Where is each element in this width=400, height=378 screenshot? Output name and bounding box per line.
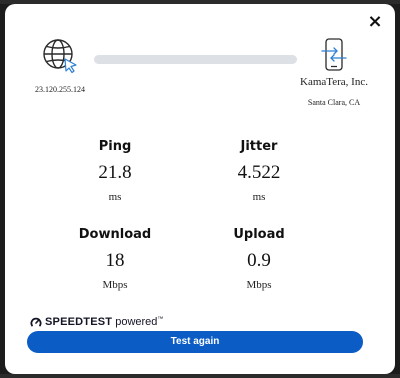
metric-ping: Ping 21.8 ms bbox=[55, 138, 175, 204]
trademark-mark: ™ bbox=[157, 316, 164, 323]
metric-label: Download bbox=[78, 227, 152, 242]
server-location: Santa Clara, CA bbox=[307, 98, 361, 107]
progress-bar bbox=[94, 55, 297, 64]
client-ip: 23.120.255.124 bbox=[35, 85, 85, 94]
globe-cursor-icon bbox=[43, 39, 77, 74]
server-info: KamaTera, Inc. Santa Clara, CA bbox=[290, 38, 378, 107]
metric-upload: Upload 0.9 Mbps bbox=[199, 226, 319, 292]
brand-powered-text: powered bbox=[115, 316, 158, 328]
speedtest-dialog: × 23.120.255.124 KamaTera, Inc. Santa Cl… bbox=[5, 4, 395, 374]
metric-label: Upload bbox=[233, 227, 285, 242]
speedtest-gauge-icon bbox=[30, 316, 42, 328]
metric-value: 21.8 bbox=[98, 162, 132, 183]
close-button[interactable]: × bbox=[365, 12, 385, 32]
metric-label: Jitter bbox=[240, 139, 278, 154]
speedtest-branding: SPEEDTEST powered™ bbox=[30, 315, 163, 329]
phone-transfer-icon bbox=[321, 38, 347, 71]
metric-jitter: Jitter 4.522 ms bbox=[199, 138, 319, 204]
brand-powered: powered™ bbox=[115, 316, 163, 328]
metric-unit: ms bbox=[252, 191, 266, 203]
metric-download: Download 18 Mbps bbox=[55, 226, 175, 292]
metric-label: Ping bbox=[98, 139, 132, 154]
client-info: 23.120.255.124 bbox=[27, 37, 93, 94]
server-name: KamaTera, Inc. bbox=[300, 76, 368, 88]
metric-unit: ms bbox=[108, 191, 122, 203]
metric-unit: Mbps bbox=[246, 279, 272, 291]
test-again-button[interactable]: Test again bbox=[27, 331, 363, 353]
metric-value: 0.9 bbox=[247, 250, 271, 271]
close-icon: × bbox=[367, 11, 383, 32]
metric-value: 18 bbox=[105, 250, 125, 271]
metric-unit: Mbps bbox=[102, 279, 128, 291]
backdrop-strip-bottom bbox=[0, 374, 400, 378]
brand-name: SPEEDTEST bbox=[45, 316, 113, 328]
metric-value: 4.522 bbox=[237, 162, 281, 183]
